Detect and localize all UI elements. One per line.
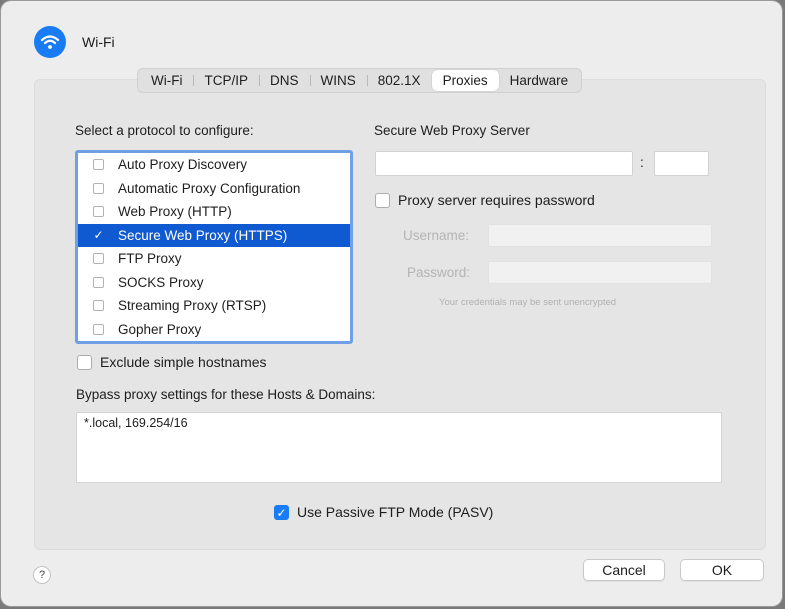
protocol-list-heading: Select a protocol to configure: (75, 123, 254, 138)
tab-tcpip[interactable]: TCP/IP (193, 70, 259, 91)
port-separator: : (640, 155, 644, 170)
tab-8021x[interactable]: 802.1X (366, 70, 432, 91)
exclude-simple-hostnames-checkbox[interactable]: Exclude simple hostnames (77, 354, 267, 370)
proxies-sheet: Wi-Fi Wi-Fi TCP/IP DNS WINS 802.1X Proxi… (1, 1, 782, 606)
protocol-label: Streaming Proxy (RTSP) (118, 298, 267, 314)
protocol-checkbox[interactable] (93, 159, 104, 171)
protocol-item[interactable]: FTP Proxy (78, 247, 350, 271)
protocol-label: SOCKS Proxy (118, 274, 204, 290)
requires-password-checkbox[interactable]: Proxy server requires password (375, 192, 595, 208)
protocol-checkbox[interactable] (93, 253, 104, 265)
help-button[interactable]: ? (33, 566, 51, 584)
cancel-button[interactable]: Cancel (583, 559, 665, 581)
wifi-icon (34, 26, 66, 58)
protocol-checkbox[interactable] (93, 206, 104, 218)
protocol-checkbox[interactable] (93, 300, 104, 312)
protocol-checkbox[interactable] (93, 182, 104, 194)
protocol-item[interactable]: Streaming Proxy (RTSP) (78, 294, 350, 318)
protocol-item[interactable]: Automatic Proxy Configuration (78, 177, 350, 201)
protocol-label: Automatic Proxy Configuration (118, 180, 301, 196)
username-field[interactable] (488, 224, 712, 247)
protocol-item[interactable]: Gopher Proxy (78, 318, 350, 342)
tab-wifi[interactable]: Wi-Fi (140, 70, 193, 91)
passive-ftp-label: Use Passive FTP Mode (PASV) (297, 504, 494, 520)
credentials-warning: Your credentials may be sent unencrypted (439, 297, 617, 308)
tab-wins[interactable]: WINS (309, 70, 367, 91)
protocol-checkbox[interactable] (93, 323, 104, 335)
username-label: Username: (403, 228, 470, 243)
checkmark-icon[interactable]: ✓ (274, 504, 289, 520)
passive-ftp-checkbox[interactable]: ✓ Use Passive FTP Mode (PASV) (274, 504, 493, 520)
bypass-label: Bypass proxy settings for these Hosts & … (76, 387, 376, 402)
protocol-label: Gopher Proxy (118, 321, 202, 337)
tab-proxies[interactable]: Proxies (431, 70, 499, 91)
tab-dns[interactable]: DNS (259, 70, 310, 91)
exclude-simple-hostnames-label: Exclude simple hostnames (100, 354, 267, 370)
requires-password-label: Proxy server requires password (398, 192, 595, 208)
protocol-item[interactable]: SOCKS Proxy (78, 271, 350, 295)
ok-button[interactable]: OK (680, 559, 764, 581)
bypass-hosts-textarea[interactable]: *.local, 169.254/16 (76, 412, 722, 483)
protocol-list[interactable]: Auto Proxy Discovery Automatic Proxy Con… (75, 150, 353, 344)
protocol-item[interactable]: Auto Proxy Discovery (78, 153, 350, 177)
checkmark-icon[interactable]: ✓ (93, 229, 104, 241)
protocol-label: Secure Web Proxy (HTTPS) (118, 227, 288, 243)
password-label: Password: (407, 265, 471, 280)
protocol-checkbox[interactable] (93, 276, 104, 288)
proxy-host-field[interactable] (375, 151, 633, 176)
sheet-header: Wi-Fi (34, 26, 115, 58)
protocol-item[interactable]: Web Proxy (HTTP) (78, 200, 350, 224)
protocol-item-selected[interactable]: ✓ Secure Web Proxy (HTTPS) (78, 223, 350, 247)
server-heading: Secure Web Proxy Server (374, 123, 530, 138)
protocol-label: Web Proxy (HTTP) (118, 204, 232, 220)
tab-bar: Wi-Fi TCP/IP DNS WINS 802.1X Proxies Har… (137, 68, 583, 93)
checkbox-box[interactable] (77, 354, 92, 370)
tab-hardware[interactable]: Hardware (499, 70, 580, 91)
checkbox-box[interactable] (375, 192, 390, 208)
protocol-label: Auto Proxy Discovery (118, 157, 248, 173)
proxy-port-field[interactable] (654, 151, 709, 176)
protocol-label: FTP Proxy (118, 251, 182, 267)
sheet-title: Wi-Fi (82, 34, 115, 50)
password-field[interactable] (488, 261, 712, 284)
